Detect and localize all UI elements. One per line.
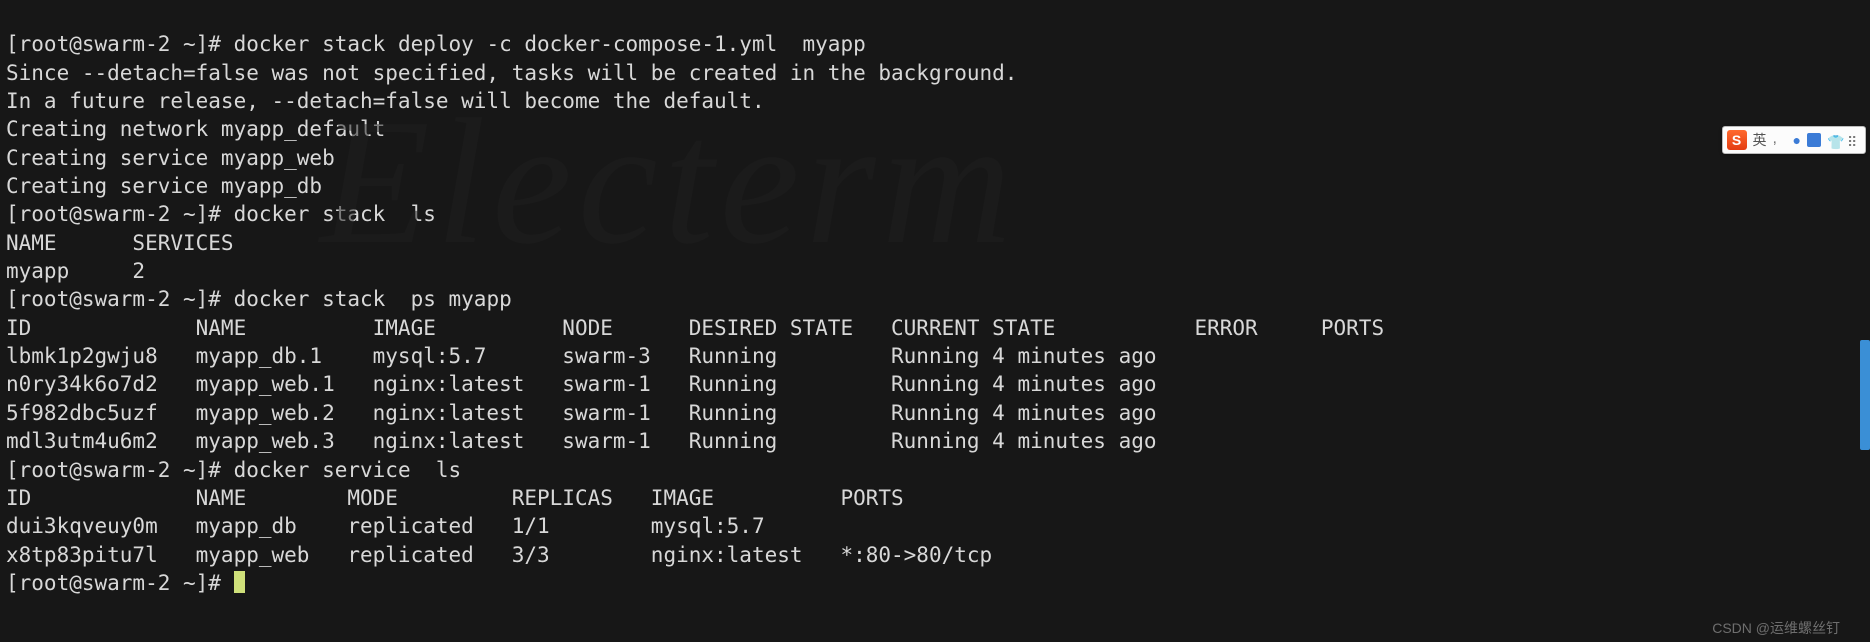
prompt: [root@swarm-2 ~]# — [6, 287, 234, 311]
terminal-output[interactable]: [root@swarm-2 ~]# docker stack deploy -c… — [0, 0, 1870, 599]
prompt: [root@swarm-2 ~]# — [6, 458, 234, 482]
prompt: [root@swarm-2 ~]# — [6, 202, 234, 226]
command-text: docker stack ls — [234, 202, 436, 226]
output-line: Creating service myapp_db — [6, 174, 322, 198]
command-text: docker service ls — [234, 458, 462, 482]
sogou-logo-icon[interactable]: S — [1727, 130, 1747, 150]
ime-punctuation-icon[interactable]: , — [1773, 133, 1787, 147]
cursor — [234, 571, 245, 593]
ime-skin-icon[interactable]: 👕 — [1827, 133, 1841, 147]
table-row: lbmk1p2gwju8 myapp_db.1 mysql:5.7 swarm-… — [6, 344, 1321, 368]
ime-mic-icon[interactable]: ● — [1793, 131, 1801, 150]
ime-toolbar[interactable]: S 英 , ● 👕 ⠿ — [1722, 126, 1866, 154]
scrollbar-thumb[interactable] — [1860, 340, 1870, 450]
table-row: myapp 2 — [6, 259, 145, 283]
output-line: In a future release, --detach=false will… — [6, 89, 765, 113]
output-line: Creating service myapp_web — [6, 146, 335, 170]
prompt: [root@swarm-2 ~]# — [6, 571, 234, 595]
table-row: 5f982dbc5uzf myapp_web.2 nginx:latest sw… — [6, 401, 1321, 425]
ime-language-label[interactable]: 英 — [1753, 131, 1767, 150]
table-row: n0ry34k6o7d2 myapp_web.1 nginx:latest sw… — [6, 372, 1321, 396]
prompt: [root@swarm-2 ~]# — [6, 32, 234, 56]
table-header: ID NAME IMAGE NODE DESIRED STATE CURRENT… — [6, 316, 1384, 340]
table-row: dui3kqveuy0m myapp_db replicated 1/1 mys… — [6, 514, 840, 538]
table-row: x8tp83pitu7l myapp_web replicated 3/3 ng… — [6, 543, 992, 567]
output-line: Since --detach=false was not specified, … — [6, 61, 1017, 85]
table-header: NAME SERVICES — [6, 231, 234, 255]
output-line: Creating network myapp_default — [6, 117, 385, 141]
ime-keyboard-icon[interactable] — [1807, 133, 1821, 147]
table-header: ID NAME MODE REPLICAS IMAGE PORTS — [6, 486, 904, 510]
ime-menu-icon[interactable]: ⠿ — [1847, 133, 1861, 147]
table-row: mdl3utm4u6m2 myapp_web.3 nginx:latest sw… — [6, 429, 1321, 453]
command-text: docker stack deploy -c docker-compose-1.… — [234, 32, 866, 56]
command-text: docker stack ps myapp — [234, 287, 512, 311]
csdn-watermark: CSDN @运维螺丝钉 — [1712, 619, 1840, 638]
